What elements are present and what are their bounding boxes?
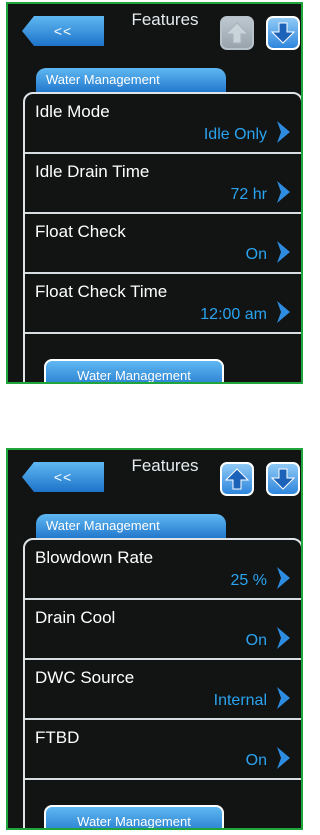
- setting-value: 12:00 am: [200, 306, 267, 323]
- setting-row-ftbd[interactable]: FTBD On: [25, 720, 301, 780]
- page-title: Features: [131, 456, 199, 475]
- setting-row-blowdown-rate[interactable]: Blowdown Rate 25 %: [25, 540, 301, 600]
- scroll-down-button[interactable]: [266, 16, 300, 50]
- setting-value: Idle Only: [203, 126, 267, 143]
- setting-label: FTBD: [35, 728, 80, 747]
- chevron-right-icon: [277, 301, 290, 323]
- scroll-up-button[interactable]: [220, 16, 254, 50]
- setting-label: Float Check Time: [35, 282, 168, 301]
- setting-value: 25 %: [230, 572, 267, 589]
- chevron-right-icon: [277, 687, 290, 709]
- setting-value: On: [245, 752, 267, 769]
- setting-value: Internal: [213, 692, 267, 709]
- section-tab-label: Water Management: [36, 68, 226, 94]
- arrow-down-icon: [271, 468, 295, 490]
- chevron-right-icon: [277, 121, 290, 143]
- setting-value: On: [245, 632, 267, 649]
- setting-row-float-check-time[interactable]: Float Check Time 12:00 am: [25, 274, 301, 334]
- scroll-down-button[interactable]: [266, 462, 300, 496]
- setting-row-idle-drain-time[interactable]: Idle Drain Time 72 hr: [25, 154, 301, 214]
- setting-value: On: [245, 246, 267, 263]
- water-management-button[interactable]: Water Management: [44, 805, 224, 828]
- top-bar: << Features: [8, 450, 301, 506]
- arrow-up-icon: [225, 22, 249, 44]
- settings-panel: Idle Mode Idle Only Idle Drain Time 72 h…: [23, 92, 301, 382]
- water-management-button[interactable]: Water Management: [44, 359, 224, 382]
- chevron-right-icon: [277, 567, 290, 589]
- setting-label: DWC Source: [35, 668, 135, 687]
- screen-features-2: << Features Water Management Blowdown Ra…: [6, 448, 303, 830]
- setting-label: Idle Mode: [35, 102, 110, 121]
- arrow-up-icon: [225, 468, 249, 490]
- screen-features-1: << Features Water Management Idle Mode I…: [6, 2, 303, 384]
- setting-label: Blowdown Rate: [35, 548, 154, 567]
- settings-panel: Blowdown Rate 25 % Drain Cool On DWC Sou…: [23, 538, 301, 828]
- setting-value: 72 hr: [230, 186, 267, 203]
- chevron-right-icon: [277, 241, 290, 263]
- page-title: Features: [131, 10, 199, 29]
- arrow-down-icon: [271, 22, 295, 44]
- back-button[interactable]: <<: [22, 462, 104, 492]
- scroll-up-button[interactable]: [220, 462, 254, 496]
- section-tab-label: Water Management: [36, 514, 226, 540]
- setting-row-idle-mode[interactable]: Idle Mode Idle Only: [25, 94, 301, 154]
- top-bar: << Features: [8, 4, 301, 60]
- setting-label: Float Check: [35, 222, 126, 241]
- setting-row-float-check[interactable]: Float Check On: [25, 214, 301, 274]
- chevron-right-icon: [277, 181, 290, 203]
- back-button[interactable]: <<: [22, 16, 104, 46]
- setting-label: Idle Drain Time: [35, 162, 150, 181]
- setting-row-drain-cool[interactable]: Drain Cool On: [25, 600, 301, 660]
- chevron-right-icon: [277, 747, 290, 769]
- setting-row-dwc-source[interactable]: DWC Source Internal: [25, 660, 301, 720]
- chevron-right-icon: [277, 627, 290, 649]
- setting-label: Drain Cool: [35, 608, 116, 627]
